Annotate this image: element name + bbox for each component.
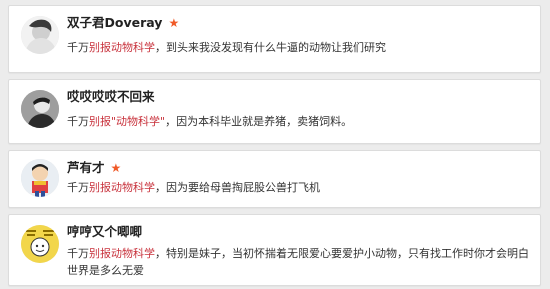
comment-card: 双子君Doveray ★ 千万别报动物科学，到头来我没发现有什么牛逼的动物让我们研… <box>8 5 541 73</box>
comment-text: 千万别报动物科学，特别是妹子，当初怀揣着无限爱心要爱护小动物，只有找工作时你才会… <box>67 245 530 279</box>
topic-link[interactable]: 别报"动物科学" <box>89 115 165 128</box>
comment-text: 千万别报"动物科学"，因为本科毕业就是养猪，卖猪饲料。 <box>67 113 530 130</box>
comment-card: 哼哼又个唧唧 千万别报动物科学，特别是妹子，当初怀揣着无限爱心要爱护小动物，只有… <box>8 214 541 286</box>
comment-card: 芦有才 ★ 千万别报动物科学，因为要给母兽掏屁股公兽打飞机 <box>8 150 541 208</box>
avatar[interactable] <box>21 225 59 263</box>
username[interactable]: 芦有才 ★ <box>67 160 121 176</box>
comment-list: 双子君Doveray ★ 千万别报动物科学，到头来我没发现有什么牛逼的动物让我们研… <box>0 0 550 289</box>
avatar[interactable] <box>21 159 59 197</box>
username[interactable]: 哼哼又个唧唧 <box>67 224 142 239</box>
username-text[interactable]: 哼哼又个唧唧 <box>67 224 142 239</box>
comment-prefix: 千万 <box>67 41 89 54</box>
comment-body: ，因为本科毕业就是养猪，卖猪饲料。 <box>165 115 353 128</box>
avatar[interactable] <box>21 90 59 128</box>
topic-link[interactable]: 别报动物科学 <box>89 181 155 194</box>
comment-prefix: 千万 <box>67 181 89 194</box>
star-icon: ★ <box>168 16 180 30</box>
username-text[interactable]: 芦有才 <box>67 160 105 175</box>
comment-text: 千万别报动物科学，到头来我没发现有什么牛逼的动物让我们研究 <box>67 39 530 56</box>
comment-prefix: 千万 <box>67 115 89 128</box>
avatar[interactable] <box>21 16 59 54</box>
star-icon: ★ <box>110 161 122 175</box>
username[interactable]: 双子君Doveray ★ <box>67 15 179 31</box>
topic-link[interactable]: 别报动物科学 <box>89 247 155 260</box>
username-text[interactable]: 哎哎哎哎不回来 <box>67 89 155 104</box>
comment-body: ，到头来我没发现有什么牛逼的动物让我们研究 <box>155 41 386 54</box>
topic-link[interactable]: 别报动物科学 <box>89 41 155 54</box>
comment-prefix: 千万 <box>67 247 89 260</box>
comment-text: 千万别报动物科学，因为要给母兽掏屁股公兽打飞机 <box>67 179 530 196</box>
username[interactable]: 哎哎哎哎不回来 <box>67 89 155 104</box>
comment-card: 哎哎哎哎不回来 千万别报"动物科学"，因为本科毕业就是养猪，卖猪饲料。 <box>8 79 541 144</box>
username-text[interactable]: 双子君Doveray <box>67 15 162 30</box>
comment-body: ，因为要给母兽掏屁股公兽打飞机 <box>155 181 320 194</box>
